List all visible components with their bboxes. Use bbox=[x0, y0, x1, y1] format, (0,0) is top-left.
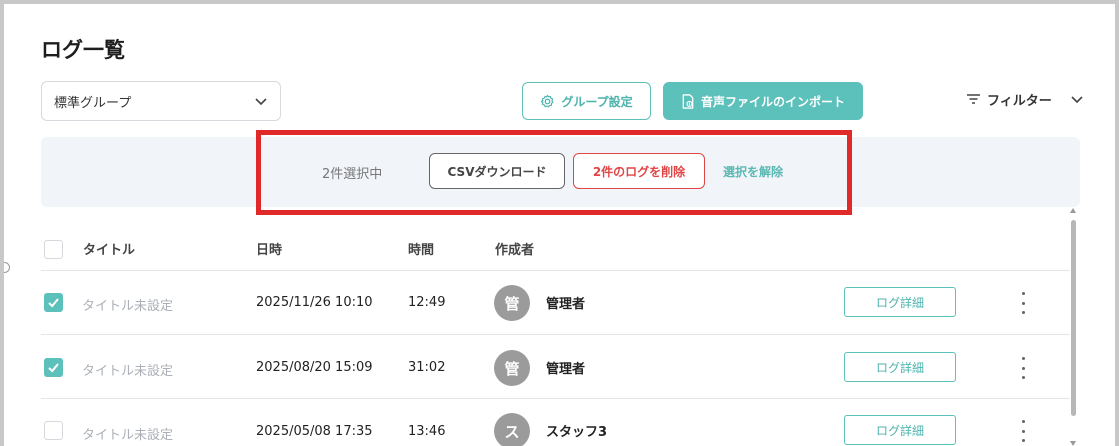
kebab-menu-icon[interactable] bbox=[1016, 357, 1030, 379]
import-audio-button[interactable]: 音声ファイルのインポート bbox=[663, 82, 863, 120]
delete-selected-button[interactable]: 2件のログを削除 bbox=[573, 153, 705, 189]
chevron-down-icon bbox=[1071, 96, 1083, 104]
file-upload-icon bbox=[682, 93, 694, 109]
import-audio-label: 音声ファイルのインポート bbox=[700, 94, 845, 109]
row-duration: 12:49 bbox=[408, 295, 446, 310]
chevron-down-icon bbox=[255, 98, 267, 106]
filter-toggle[interactable]: フィルター bbox=[966, 88, 1084, 110]
row-title: タイトル未設定 bbox=[82, 428, 174, 443]
gear-icon bbox=[541, 94, 554, 108]
row-title: タイトル未設定 bbox=[82, 299, 174, 314]
group-settings-button[interactable]: グループ設定 bbox=[522, 82, 651, 120]
avatar: ス bbox=[494, 413, 530, 446]
row-duration: 31:02 bbox=[408, 360, 446, 375]
table-row: タイトル未設定 2025/11/26 10:10 12:49 管 管理者 ログ詳… bbox=[41, 271, 1070, 335]
kebab-menu-icon[interactable] bbox=[1016, 292, 1030, 314]
log-detail-button[interactable]: ログ詳細 bbox=[844, 287, 956, 317]
row-author: 管理者 bbox=[546, 297, 586, 312]
csv-download-button[interactable]: CSVダウンロード bbox=[429, 153, 565, 189]
check-icon bbox=[48, 298, 59, 308]
row-author: 管理者 bbox=[546, 362, 586, 377]
row-author: スタッフ3 bbox=[546, 425, 608, 440]
log-detail-button[interactable]: ログ詳細 bbox=[844, 415, 956, 445]
app-frame: ログ一覧 標準グループ グループ設定 音声ファイルのインポート フィルター 2件… bbox=[4, 4, 1115, 446]
row-date: 2025/11/26 10:10 bbox=[256, 295, 373, 310]
row-date: 2025/05/08 17:35 bbox=[256, 424, 373, 439]
header-date: 日時 bbox=[256, 243, 283, 258]
kebab-menu-icon[interactable] bbox=[1016, 420, 1030, 442]
header-title: タイトル bbox=[83, 243, 136, 258]
clear-selection-link[interactable]: 選択を解除 bbox=[723, 163, 783, 180]
selected-count: 2件選択中 bbox=[322, 167, 383, 182]
avatar: 管 bbox=[494, 350, 530, 386]
row-title: タイトル未設定 bbox=[82, 364, 174, 379]
header-author: 作成者 bbox=[495, 243, 535, 258]
row-checkbox[interactable] bbox=[44, 358, 63, 377]
scroll-up-arrow-icon[interactable] bbox=[1070, 208, 1076, 213]
row-date: 2025/08/20 15:09 bbox=[256, 360, 373, 375]
avatar: 管 bbox=[494, 285, 530, 321]
group-select[interactable]: 標準グループ bbox=[41, 81, 281, 121]
table-row: タイトル未設定 2025/05/08 17:35 13:46 ス スタッフ3 ロ… bbox=[41, 399, 1070, 446]
header-time: 時間 bbox=[408, 243, 435, 258]
group-settings-label: グループ設定 bbox=[561, 94, 633, 109]
page-title: ログ一覧 bbox=[41, 38, 125, 62]
row-duration: 13:46 bbox=[408, 424, 446, 439]
table-row: タイトル未設定 2025/08/20 15:09 31:02 管 管理者 ログ詳… bbox=[41, 335, 1070, 399]
vertical-scrollbar[interactable] bbox=[1068, 208, 1078, 446]
scrollbar-thumb[interactable] bbox=[1071, 220, 1076, 416]
check-icon bbox=[48, 363, 59, 373]
row-checkbox[interactable] bbox=[44, 293, 63, 312]
log-detail-button[interactable]: ログ詳細 bbox=[844, 352, 956, 382]
select-all-checkbox[interactable] bbox=[44, 240, 63, 259]
group-select-value: 標準グループ bbox=[54, 95, 132, 111]
table-header: タイトル 日時 時間 作成者 bbox=[41, 230, 1070, 271]
filter-lines-icon bbox=[967, 94, 980, 104]
scroll-down-arrow-icon[interactable] bbox=[1070, 441, 1076, 446]
side-handle-icon[interactable] bbox=[4, 262, 10, 273]
row-checkbox[interactable] bbox=[44, 421, 63, 440]
filter-label: フィルター bbox=[987, 93, 1052, 109]
